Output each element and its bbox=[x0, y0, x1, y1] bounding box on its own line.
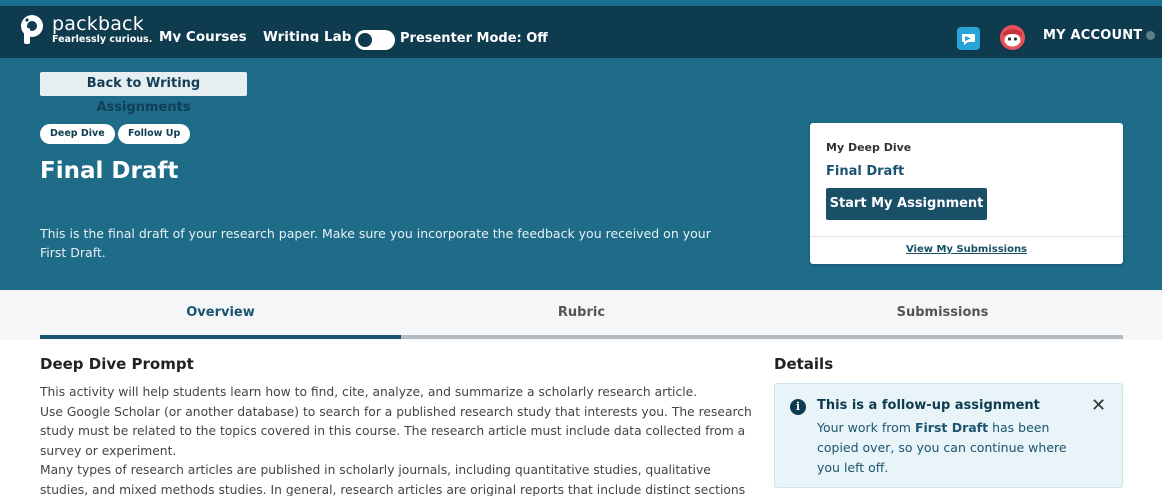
prompt-paragraph: This activity will help students learn h… bbox=[40, 385, 698, 399]
deep-dive-prompt-heading: Deep Dive Prompt bbox=[40, 355, 194, 373]
info-body-text: Your work from bbox=[817, 420, 915, 435]
tag-deep-dive: Deep Dive bbox=[40, 124, 115, 144]
follow-up-info-banner: i This is a follow-up assignment Your wo… bbox=[774, 383, 1123, 488]
my-account-label: MY ACCOUNT bbox=[1043, 28, 1143, 43]
view-my-submissions-link[interactable]: View My Submissions bbox=[810, 244, 1123, 255]
card-divider bbox=[810, 236, 1123, 237]
my-deep-dive-card: My Deep Dive Final Draft Start My Assign… bbox=[810, 123, 1123, 264]
tab-active-indicator bbox=[40, 335, 401, 339]
presenter-mode-label: Presenter Mode: Off bbox=[400, 31, 548, 46]
nav-my-courses[interactable]: My Courses bbox=[159, 28, 247, 42]
deep-dive-prompt-body: This activity will help students learn h… bbox=[40, 383, 755, 496]
toggle-knob bbox=[358, 33, 372, 47]
brand-tagline: Fearlessly curious. bbox=[52, 34, 153, 45]
prompt-paragraph: Many types of research articles are publ… bbox=[40, 463, 746, 496]
tag-follow-up: Follow Up bbox=[118, 124, 191, 144]
tab-overview[interactable]: Overview bbox=[40, 305, 401, 320]
brand-name: packback bbox=[52, 13, 144, 35]
info-body-draft-name: First Draft bbox=[914, 420, 989, 435]
chat-bubble-icon[interactable] bbox=[957, 27, 980, 50]
card-draft-title: Final Draft bbox=[826, 164, 905, 179]
assignment-description: This is the final draft of your research… bbox=[40, 226, 711, 260]
top-navbar: packback Fearlessly curious. My Courses … bbox=[0, 6, 1162, 58]
page-title: Final Draft bbox=[40, 158, 179, 184]
packback-logo[interactable]: packback Fearlessly curious. bbox=[18, 14, 152, 46]
tab-bar: Overview Rubric Submissions bbox=[0, 290, 1162, 340]
tab-rubric[interactable]: Rubric bbox=[401, 305, 762, 320]
presenter-mode-toggle[interactable] bbox=[355, 30, 395, 50]
prompt-paragraph: Use Google Scholar (or another database)… bbox=[40, 404, 752, 458]
info-banner-title: This is a follow-up assignment bbox=[817, 398, 1040, 413]
info-icon: i bbox=[790, 399, 806, 415]
my-account-menu[interactable]: MY ACCOUNT bbox=[1043, 28, 1156, 43]
avatar[interactable] bbox=[1000, 25, 1025, 50]
tab-submissions[interactable]: Submissions bbox=[762, 305, 1123, 320]
card-label: My Deep Dive bbox=[826, 141, 912, 154]
close-icon[interactable]: ✕ bbox=[1091, 396, 1106, 416]
account-dropdown-icon bbox=[1146, 31, 1156, 40]
back-to-writing-assignments-button[interactable]: Back to Writing Assignments bbox=[40, 72, 247, 115]
packback-logo-icon bbox=[18, 14, 46, 46]
nav-writing-lab[interactable]: Writing Lab bbox=[263, 28, 351, 42]
info-banner-body: Your work from First Draft has been copi… bbox=[817, 418, 1077, 478]
start-my-assignment-button[interactable]: Start My Assignment bbox=[826, 188, 987, 220]
details-heading: Details bbox=[774, 355, 834, 373]
